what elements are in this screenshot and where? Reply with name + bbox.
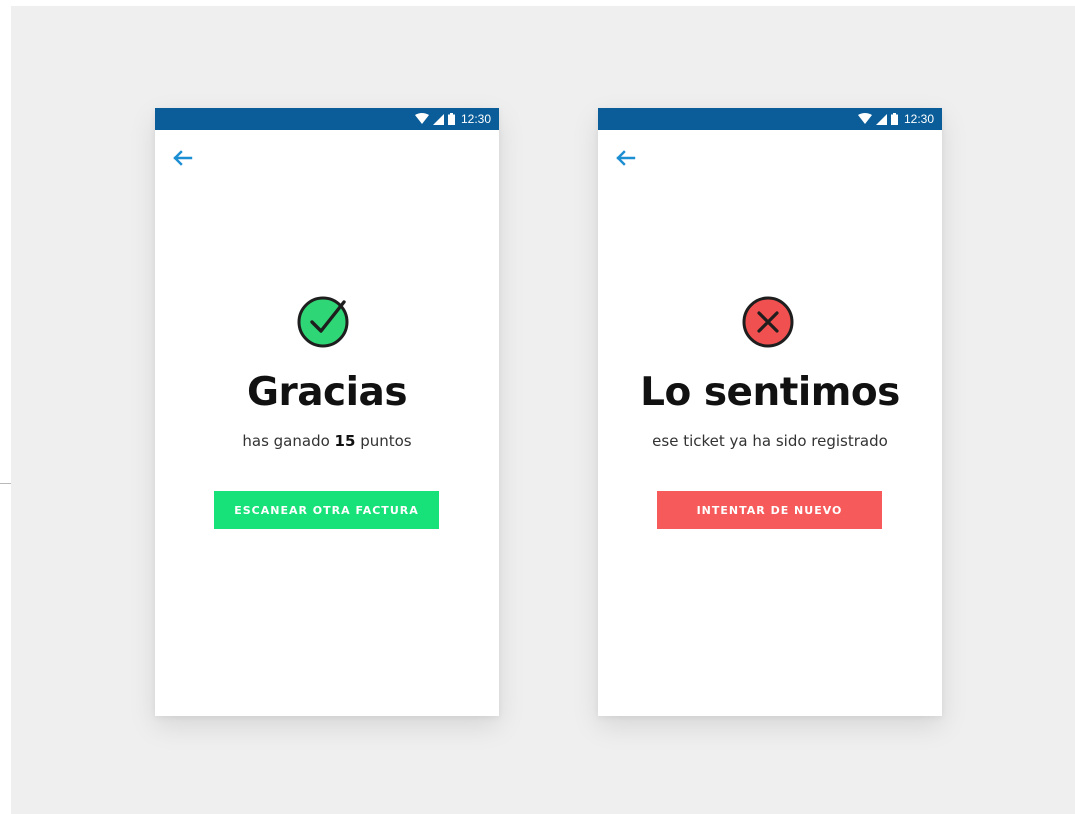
signal-icon [432, 113, 444, 125]
back-button[interactable] [171, 148, 197, 168]
wifi-icon [414, 113, 429, 124]
status-icons: 12:30 [414, 108, 491, 130]
check-circle-icon [297, 296, 349, 348]
back-button[interactable] [614, 148, 640, 168]
status-time: 12:30 [903, 112, 934, 126]
success-screen: 12:30 Gracias has ganado 15 puntos ESCAN… [155, 108, 499, 716]
status-time: 12:30 [460, 112, 491, 126]
scan-another-invoice-button[interactable]: ESCANEAR OTRA FACTURA [214, 491, 439, 529]
success-title: Gracias [246, 370, 408, 415]
signal-icon [875, 113, 887, 125]
arrow-left-icon [616, 150, 636, 166]
edge-divider [0, 483, 11, 484]
status-bar: 12:30 [155, 108, 499, 130]
try-again-button[interactable]: INTENTAR DE NUEVO [657, 491, 882, 529]
x-circle-icon [742, 296, 794, 348]
error-screen: 12:30 Lo sentimos ese ticket ya ha sido … [598, 108, 942, 716]
points-message: has ganado 15 puntos [155, 432, 499, 450]
error-message: ese ticket ya ha sido registrado [652, 432, 888, 450]
error-title: Lo sentimos [640, 370, 900, 415]
status-icons: 12:30 [857, 108, 934, 130]
battery-icon [890, 113, 898, 125]
arrow-left-icon [173, 150, 193, 166]
points-message-prefix: has ganado [242, 432, 335, 450]
battery-icon [447, 113, 455, 125]
wifi-icon [857, 113, 872, 124]
status-bar: 12:30 [598, 108, 942, 130]
points-message-suffix: puntos [355, 432, 412, 450]
points-value: 15 [334, 432, 356, 450]
